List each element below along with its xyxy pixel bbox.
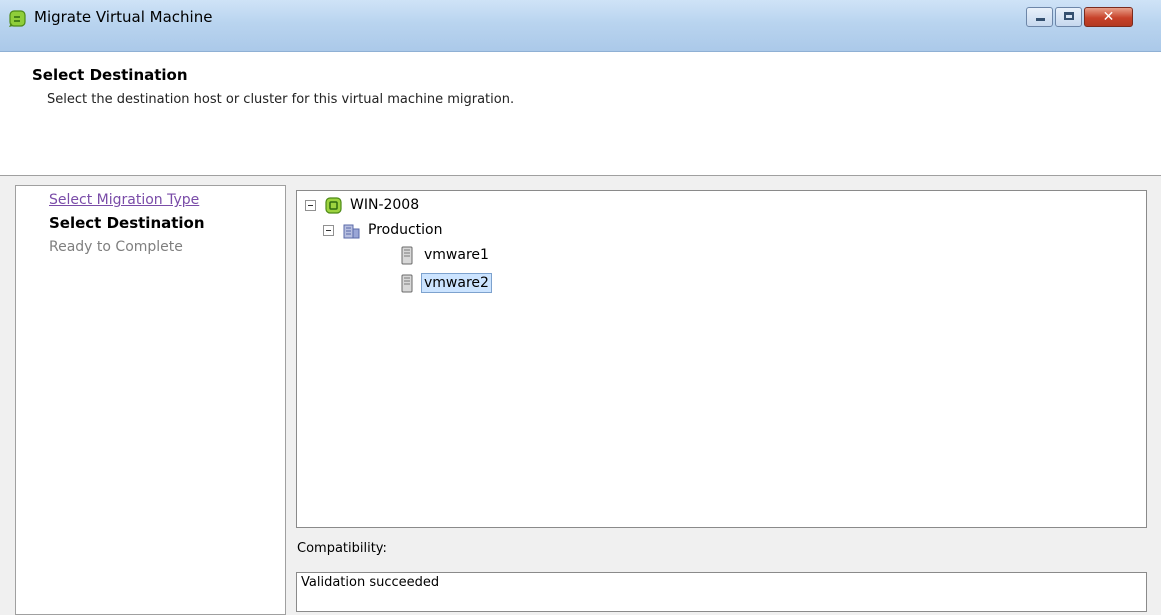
page-title: Select Destination (32, 66, 188, 84)
tree-node-label: vmware1 (424, 247, 489, 263)
tree-node-label: vmware2 (421, 273, 492, 293)
title-bar[interactable]: Migrate Virtual Machine ✕ (0, 0, 1161, 52)
minimize-button[interactable] (1026, 7, 1053, 27)
collapse-icon[interactable] (305, 200, 316, 211)
vm-migrate-icon (9, 10, 26, 27)
window-title: Migrate Virtual Machine (34, 8, 213, 26)
compatibility-status: Validation succeeded (301, 575, 440, 590)
maximize-button[interactable] (1055, 7, 1082, 27)
page-description: Select the destination host or cluster f… (47, 92, 515, 107)
tree-node-label: WIN-2008 (350, 197, 420, 213)
datacenter-icon (343, 224, 360, 239)
wizard-header: Select Destination Select the destinatio… (0, 52, 1161, 176)
host-icon (401, 246, 413, 265)
host-icon (401, 274, 413, 293)
destination-tree[interactable]: WIN-2008 Production vmware1 vmware2 (296, 190, 1147, 528)
collapse-icon[interactable] (323, 225, 334, 236)
close-icon: ✕ (1102, 9, 1115, 25)
close-button[interactable]: ✕ (1084, 7, 1133, 27)
step-select-destination: Select Destination (49, 214, 205, 232)
step-ready-to-complete: Ready to Complete (49, 239, 183, 255)
minimize-icon (1036, 18, 1045, 21)
step-select-migration-type[interactable]: Select Migration Type (49, 192, 199, 208)
compatibility-box: Validation succeeded (296, 572, 1147, 612)
wizard-steps-panel: Select Migration Type Select Destination… (15, 185, 286, 615)
maximize-icon (1064, 12, 1074, 20)
tree-node-label: Production (368, 222, 443, 238)
compatibility-label: Compatibility: (297, 541, 387, 556)
vcenter-icon (325, 197, 342, 214)
